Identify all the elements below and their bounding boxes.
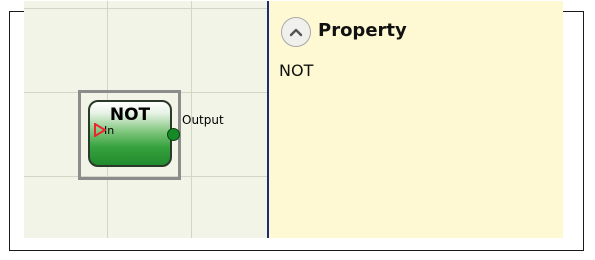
property-value: NOT [279,61,314,80]
chevron-up-icon [289,28,303,37]
input-arrow-icon[interactable] [94,123,106,137]
property-panel [269,1,563,238]
output-port[interactable] [167,128,180,141]
block-title: NOT [109,105,151,125]
collapse-button[interactable] [281,17,311,47]
property-panel-title: Property [318,20,407,41]
output-port-label: Output [182,113,224,127]
